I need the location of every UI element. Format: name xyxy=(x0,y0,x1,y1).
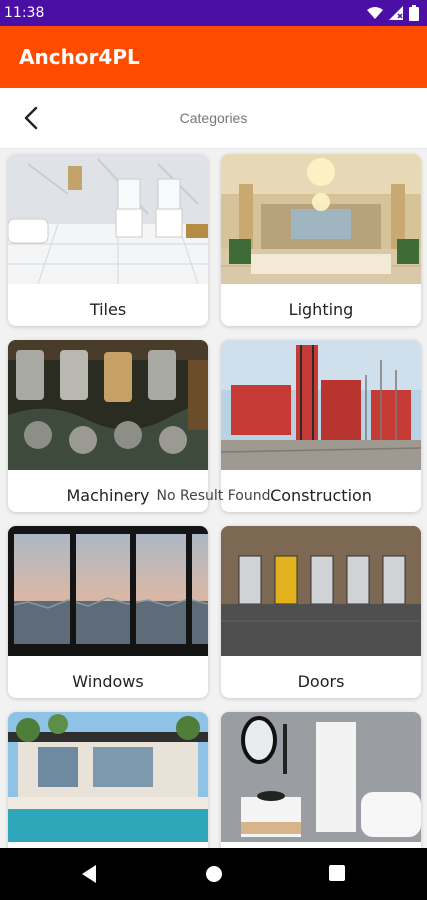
category-card-machinery[interactable]: Machinery xyxy=(8,340,208,512)
construction-image xyxy=(221,340,421,470)
tiles-image xyxy=(8,154,208,284)
battery-icon xyxy=(409,5,419,21)
category-label: Lighting xyxy=(288,300,354,319)
categories-header: Categories xyxy=(0,88,427,149)
page-title: Categories xyxy=(179,110,248,126)
category-grid[interactable]: Tiles Lighting Machinery Construction Wi… xyxy=(0,148,427,848)
wifi-icon xyxy=(367,7,383,19)
machinery-image xyxy=(8,340,208,470)
category-card-lighting[interactable]: Lighting xyxy=(221,154,421,326)
category-card-construction[interactable]: Construction xyxy=(221,340,421,512)
category-label: Doors xyxy=(297,672,345,691)
back-triangle-icon[interactable] xyxy=(80,864,98,884)
signal-icon xyxy=(389,6,403,20)
pool-house-image xyxy=(8,712,208,842)
system-nav-bar xyxy=(0,848,427,900)
app-bar: Anchor4PL xyxy=(0,26,427,88)
app-title: Anchor4PL xyxy=(19,45,140,69)
windows-image xyxy=(8,526,208,656)
status-time: 11:38 xyxy=(4,5,45,21)
status-icons xyxy=(367,5,419,21)
category-card-windows[interactable]: Windows xyxy=(8,526,208,698)
category-label: Tiles xyxy=(89,300,127,319)
bathroom-image xyxy=(221,712,421,842)
recents-square-icon[interactable] xyxy=(328,864,346,882)
empty-message: No Result Found xyxy=(156,488,271,504)
category-label: Windows xyxy=(72,672,144,691)
category-card-8[interactable] xyxy=(221,712,421,848)
category-card-doors[interactable]: Doors xyxy=(221,526,421,698)
lighting-image xyxy=(221,154,421,284)
category-card-7[interactable] xyxy=(8,712,208,848)
category-card-tiles[interactable]: Tiles xyxy=(8,154,208,326)
home-circle-icon[interactable] xyxy=(204,864,224,884)
doors-image xyxy=(221,526,421,656)
status-bar: 11:38 xyxy=(0,0,427,26)
